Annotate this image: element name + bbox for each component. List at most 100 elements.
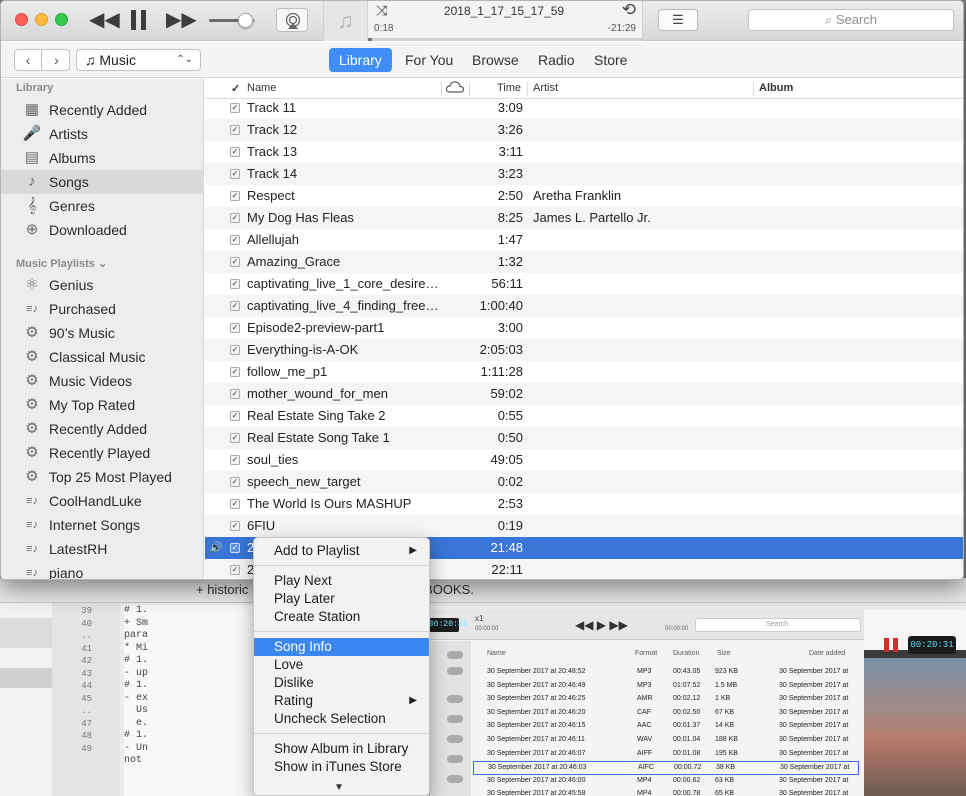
song-checkbox[interactable]: ✓ [230, 213, 240, 223]
menu-item-play-later[interactable]: Play Later [254, 590, 429, 608]
scroll-down-arrow-icon[interactable]: ▼ [334, 782, 344, 793]
song-checkbox[interactable]: ✓ [230, 125, 240, 135]
sidebar-header-playlists[interactable]: Music Playlists ⌄ [16, 257, 107, 270]
song-checkbox[interactable]: ✓ [230, 235, 240, 245]
song-row[interactable]: ✓ Respect 2:50 Aretha Franklin [205, 185, 963, 207]
song-row[interactable]: ✓ Amazing_Grace 1:32 [205, 251, 963, 273]
song-row[interactable]: ✓ 6FIU 0:19 [205, 515, 963, 537]
song-checkbox[interactable]: ✓ [230, 103, 240, 113]
column-album[interactable]: Album [759, 82, 793, 94]
song-checkbox[interactable]: ✓ [230, 169, 240, 179]
song-row[interactable]: ✓ The World Is Ours MASHUP 2:53 [205, 493, 963, 515]
minimize-button[interactable] [35, 13, 48, 26]
sidebar-pill[interactable] [447, 667, 463, 675]
file-row[interactable]: 30 September 2017 at 20:46:11 WAV 00:01.04… [473, 734, 859, 748]
pause-icon[interactable] [131, 10, 147, 30]
song-checkbox[interactable]: ✓ [230, 477, 240, 487]
song-checkbox[interactable]: ✓ [230, 433, 240, 443]
song-row[interactable]: ✓ My Dog Has Fleas 8:25 James L. Partello J… [205, 207, 963, 229]
menu-item-play-next[interactable]: Play Next [254, 572, 429, 590]
song-checkbox[interactable]: ✓ [230, 543, 240, 553]
tab-library[interactable]: Library [329, 48, 392, 72]
play-icon[interactable]: ◀◀ ▶ ▶▶ [575, 618, 628, 632]
menu-item-show-in-itunes-store[interactable]: Show in iTunes Store [254, 758, 429, 776]
file-row[interactable]: 30 September 2017 at 20:46:20 CAF 00:02.50… [473, 707, 859, 721]
song-checkbox[interactable]: ✓ [230, 147, 240, 157]
tab-browse[interactable]: Browse [462, 48, 529, 72]
menu-item-love[interactable]: Love [254, 656, 429, 674]
rewind-icon[interactable]: ◀◀ [89, 9, 120, 31]
playback-progress[interactable] [368, 38, 644, 41]
recorder-search-input[interactable]: Search [695, 618, 861, 632]
sidebar-item-artists[interactable]: 🎤 Artists [1, 122, 203, 146]
sidebar-playlist-90-s-music[interactable]: ⚙ 90’s Music [1, 321, 203, 345]
file-row[interactable]: 30 September 2017 at 20:46:15 AAC 00:01.37… [473, 720, 859, 734]
sidebar-pill[interactable] [447, 735, 463, 743]
file-row[interactable]: 30 September 2017 at 20:45:58 MP4 00:00.78… [473, 788, 859, 796]
icloud-status-icon[interactable] [445, 80, 465, 97]
file-column-header[interactable]: Name [487, 650, 506, 657]
menu-item-dislike[interactable]: Dislike [254, 674, 429, 692]
sidebar-pill[interactable] [447, 775, 463, 783]
song-checkbox[interactable]: ✓ [230, 301, 240, 311]
sidebar-item-downloaded[interactable]: ⊕ Downloaded [1, 218, 203, 242]
song-row[interactable]: ✓ Track 12 3:26 [205, 119, 963, 141]
menu-item-create-station[interactable]: Create Station [254, 608, 429, 626]
song-row[interactable]: ✓ Everything-is-A-OK 2:05:03 [205, 339, 963, 361]
up-next-list-icon[interactable]: ☰ [658, 9, 698, 31]
back-button[interactable]: ‹ [15, 50, 42, 70]
sidebar-playlist-my-top-rated[interactable]: ⚙ My Top Rated [1, 393, 203, 417]
tab-for-you[interactable]: For You [395, 48, 463, 72]
close-button[interactable] [15, 13, 28, 26]
song-row[interactable]: ✓ speech_new_target 0:02 [205, 471, 963, 493]
tab-radio[interactable]: Radio [528, 48, 585, 72]
search-input[interactable]: ⌕ Search [748, 9, 954, 31]
song-row[interactable]: ✓ captivating_live_4_finding_freed… 1:00:4… [205, 295, 963, 317]
song-row[interactable]: ✓ captivating_live_1_core_desires_… 56:11 [205, 273, 963, 295]
column-artist[interactable]: Artist [533, 82, 558, 94]
sidebar-playlist-purchased[interactable]: ≡♪ Purchased [1, 297, 203, 321]
song-row[interactable]: ✓ Episode2-preview-part1 3:00 [205, 317, 963, 339]
file-row[interactable]: 30 September 2017 at 20:48:52 MP3 00:43.05… [473, 666, 859, 680]
file-column-header[interactable]: Size [717, 650, 731, 657]
song-checkbox[interactable]: ✓ [230, 367, 240, 377]
song-row[interactable]: ✓ Track 14 3:23 [205, 163, 963, 185]
sidebar-playlist-music-videos[interactable]: ⚙ Music Videos [1, 369, 203, 393]
volume-slider[interactable] [209, 13, 255, 28]
pause-record-icon[interactable] [884, 638, 900, 652]
song-row[interactable]: ✓ Real Estate Song Take 1 0:50 [205, 427, 963, 449]
file-column-header[interactable]: Date added [809, 650, 845, 657]
file-column-header[interactable]: Duration [673, 650, 699, 657]
sidebar-playlist-classical-music[interactable]: ⚙ Classical Music [1, 345, 203, 369]
sidebar-item-genres[interactable]: 𝄞 Genres [1, 194, 203, 218]
sidebar-playlist-recently-played[interactable]: ⚙ Recently Played [1, 441, 203, 465]
song-checkbox[interactable]: ✓ [230, 345, 240, 355]
column-time[interactable]: Time [497, 82, 521, 94]
menu-item-rating[interactable]: Rating ▶ [254, 692, 429, 710]
speed-label[interactable]: x1 [475, 614, 483, 623]
airplay-button[interactable] [276, 8, 308, 32]
fast-forward-icon[interactable]: ▶▶ [166, 9, 197, 31]
sidebar-item-recently-added[interactable]: ▦ Recently Added [1, 98, 203, 122]
shuffle-icon[interactable]: ⤨ [376, 2, 387, 19]
song-row[interactable]: ✓ follow_me_p1 1:11:28 [205, 361, 963, 383]
song-row[interactable]: ✓ Track 11 3:09 [205, 97, 963, 119]
song-checkbox[interactable]: ✓ [230, 521, 240, 531]
sidebar-playlist-piano[interactable]: ≡♪ piano [1, 561, 203, 579]
song-row[interactable]: ✓ soul_ties 49:05 [205, 449, 963, 471]
song-checkbox[interactable]: ✓ [230, 389, 240, 399]
song-checkbox[interactable]: ✓ [230, 565, 240, 575]
forward-button[interactable]: › [43, 50, 70, 70]
song-checkbox[interactable]: ✓ [230, 279, 240, 289]
sidebar-playlist-top-25-most-played[interactable]: ⚙ Top 25 Most Played [1, 465, 203, 489]
song-row[interactable]: ✓ Allellujah 1:47 [205, 229, 963, 251]
sidebar-item-albums[interactable]: ▤ Albums [1, 146, 203, 170]
sidebar-pill[interactable] [447, 755, 463, 763]
repeat-icon[interactable]: ⟲ [622, 1, 636, 20]
sidebar-pill[interactable] [447, 651, 463, 659]
sidebar-playlist-coolhandluke[interactable]: ≡♪ CoolHandLuke [1, 489, 203, 513]
sidebar-playlist-latestrh[interactable]: ≡♪ LatestRH [1, 537, 203, 561]
file-row[interactable]: 30 September 2017 at 20:46:25 AMR 00:02.12… [473, 693, 859, 707]
song-checkbox[interactable]: ✓ [230, 455, 240, 465]
menu-item-add-to-playlist[interactable]: Add to Playlist ▶ [254, 542, 429, 560]
